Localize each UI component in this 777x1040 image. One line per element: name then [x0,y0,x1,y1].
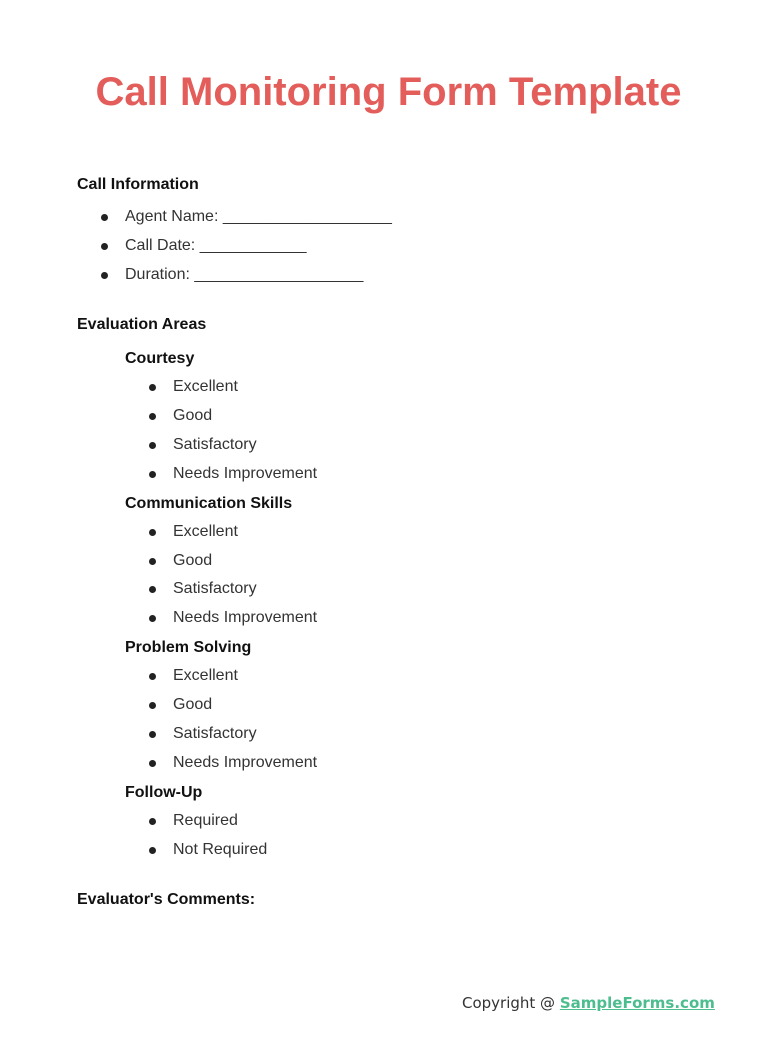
option-item: Satisfactory [149,580,257,598]
bullet-icon [149,586,156,593]
section-heading-call-information: Call Information [77,176,199,193]
bullet-icon [149,384,156,391]
section-heading-evaluation-areas: Evaluation Areas [77,316,207,333]
section-heading-evaluator-comments: Evaluator's Comments: [77,891,256,908]
option-item: Not Required [149,841,267,859]
option-item: Required [149,812,238,830]
option-item: Good [149,407,212,425]
sampleforms-link[interactable]: SampleForms.com [560,994,715,1012]
bullet-icon [149,615,156,622]
option-item: Needs Improvement [149,465,317,483]
option-item: Good [149,696,212,714]
option-item: Needs Improvement [149,754,317,772]
option-item: Excellent [149,378,238,396]
area-heading-problem-solving: Problem Solving [125,639,252,656]
bullet-icon [149,731,156,738]
bullet-icon [149,847,156,854]
area-heading-courtesy: Courtesy [125,350,195,367]
bullet-icon [149,673,156,680]
bullet-icon [149,471,156,478]
bullet-icon [101,272,108,279]
option-item: Excellent [149,667,238,685]
field-duration: Duration: ___________________ [101,266,363,284]
bullet-icon [149,413,156,420]
bullet-icon [101,214,108,221]
field-call-date: Call Date: ____________ [101,237,306,255]
option-item: Satisfactory [149,725,257,743]
option-item: Excellent [149,523,238,541]
bullet-icon [149,702,156,709]
bullet-icon [149,760,156,767]
bullet-icon [149,442,156,449]
option-item: Needs Improvement [149,609,317,627]
bullet-icon [149,818,156,825]
bullet-icon [149,558,156,565]
page-title: Call Monitoring Form Template [95,70,682,114]
footer-copyright: Copyright @ SampleForms.com [462,994,715,1012]
area-heading-communication-skills: Communication Skills [125,495,293,512]
bullet-icon [149,529,156,536]
bullet-icon [101,243,108,250]
field-agent-name: Agent Name: ___________________ [101,208,392,226]
area-heading-follow-up: Follow-Up [125,784,203,801]
option-item: Good [149,552,212,570]
option-item: Satisfactory [149,436,257,454]
